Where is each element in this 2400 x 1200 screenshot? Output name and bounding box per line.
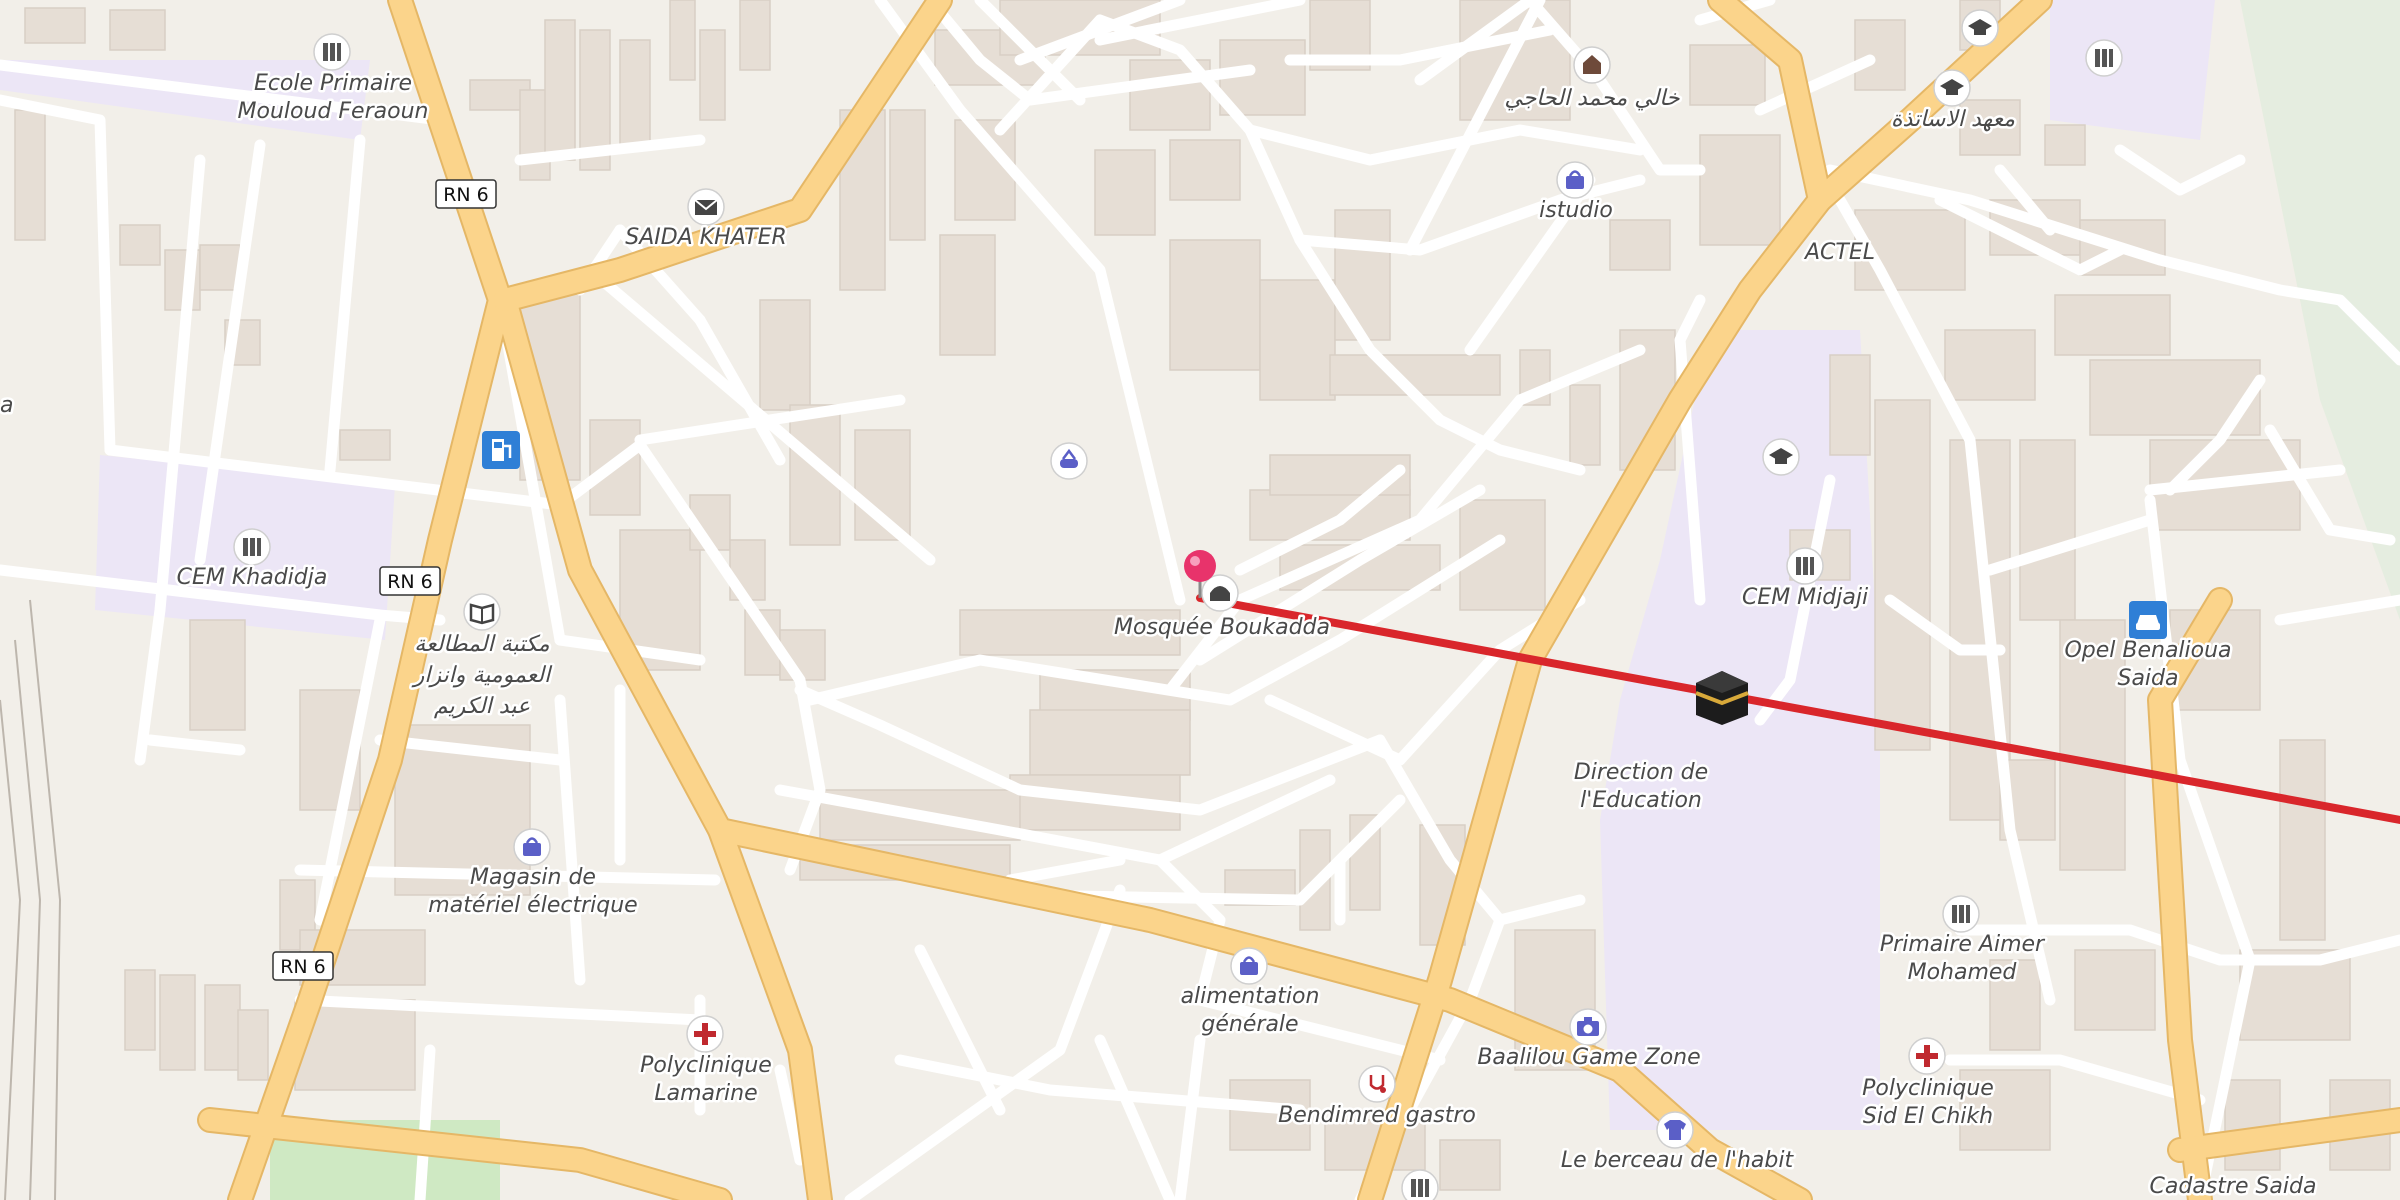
road-ref-rn6-c: RN 6 — [272, 951, 334, 981]
label-cadastre: Cadastre Saida — [2150, 1174, 2317, 1199]
svg-text:RN 6: RN 6 — [387, 571, 433, 593]
label-mosquee-boukadda: Mosquée Boukadda — [1114, 615, 1330, 640]
book-icon[interactable] — [463, 593, 501, 631]
school-icon[interactable] — [2085, 39, 2123, 77]
mail-icon[interactable] — [687, 188, 725, 226]
label-saida-khater: SAIDA KHATER — [625, 225, 787, 250]
medical-cross-icon[interactable] — [1908, 1037, 1946, 1075]
graduation-cap-icon[interactable] — [1762, 438, 1800, 476]
svg-text:RN 6: RN 6 — [280, 956, 326, 978]
label-bendimred: Bendimred gastro — [1278, 1103, 1476, 1128]
medical-cross-icon[interactable] — [686, 1015, 724, 1053]
road-ref-rn6-b: RN 6 — [379, 566, 441, 596]
school-area — [2050, 0, 2215, 140]
mosque-icon[interactable] — [1201, 574, 1239, 612]
doctor-icon[interactable] — [1358, 1065, 1396, 1103]
label-cem-khadidja: CEM Khadidja — [177, 565, 328, 590]
fuel-icon[interactable] — [482, 431, 520, 469]
label-library: مكتبة المطالعة العمومية وانزار عبد الكريم — [411, 632, 553, 719]
clothes-icon[interactable] — [1656, 1111, 1694, 1149]
graduation-cap-icon[interactable] — [1961, 9, 1999, 47]
label-baalilou: Baalilou Game Zone — [1477, 1045, 1700, 1070]
playground-icon[interactable] — [1050, 442, 1088, 480]
label-istudio: istudio — [1539, 198, 1613, 223]
label-berceau: Le berceau de l'habit — [1561, 1148, 1795, 1173]
school-icon[interactable] — [313, 33, 351, 71]
shopping-bag-icon[interactable] — [513, 828, 551, 866]
label-actel: ACTEL — [1803, 240, 1875, 265]
railway — [0, 599, 62, 1200]
road-ref-rn6-a: RN 6 — [435, 179, 497, 209]
school-icon[interactable] — [1942, 895, 1980, 933]
shopping-bag-icon[interactable] — [1556, 161, 1594, 199]
school-icon[interactable] — [1401, 1169, 1439, 1200]
car-icon[interactable] — [2129, 601, 2167, 639]
school-icon[interactable] — [233, 528, 271, 566]
graduation-cap-icon[interactable] — [1933, 69, 1971, 107]
label-khali-mohamed: خالي محمد الحاجي — [1504, 86, 1680, 111]
svg-text:RN 6: RN 6 — [443, 184, 489, 206]
school-icon[interactable] — [1786, 547, 1824, 585]
shop-icon[interactable] — [1573, 46, 1611, 84]
label-edge-a: a — [0, 393, 13, 418]
label-polyclinique-lamarine: Polyclinique Lamarine — [640, 1053, 772, 1106]
label-cem-midjaji: CEM Midjaji — [1742, 585, 1868, 610]
camera-icon[interactable] — [1569, 1008, 1607, 1046]
map-canvas[interactable]: RN 6 RN 6 RN 6 Ecole Primaire Mouloud Fe… — [0, 0, 2400, 1200]
shopping-bag-icon[interactable] — [1230, 947, 1268, 985]
label-mahad-asatidha: معهد الاساتذة — [1891, 107, 2015, 132]
